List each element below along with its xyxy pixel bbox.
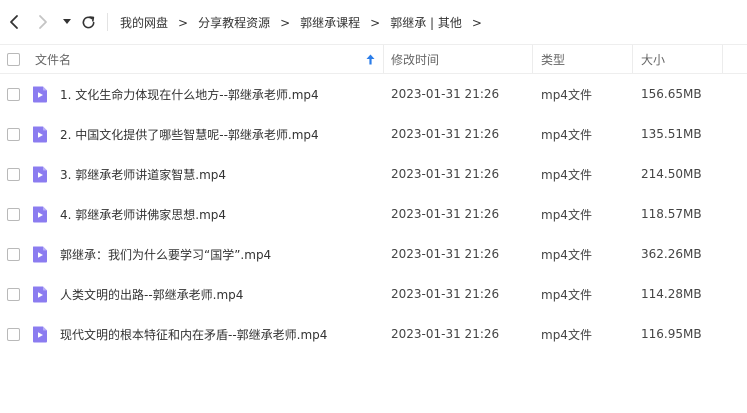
chevron-right-icon — [39, 15, 47, 29]
file-size: 156.65MB — [641, 87, 702, 101]
file-type: mp4文件 — [541, 247, 592, 262]
row-checkbox[interactable] — [7, 288, 20, 301]
file-row[interactable]: 3. 郭继承老师讲道家智慧.mp4 2023-01-31 21:26 mp4文件… — [0, 154, 747, 194]
breadcrumb: 我的网盘 > 分享教程资源 > 郭继承课程 > 郭继承 | 其他 > — [120, 14, 492, 31]
column-header-type[interactable]: 类型 — [541, 45, 565, 73]
file-size: 116.95MB — [641, 327, 702, 341]
file-name[interactable]: 3. 郭继承老师讲道家智慧.mp4 — [60, 154, 226, 194]
breadcrumb-item-root[interactable]: 我的网盘 — [120, 14, 168, 31]
file-size: 114.28MB — [641, 287, 702, 301]
file-name[interactable]: 1. 文化生命力体现在什么地方--郭继承老师.mp4 — [60, 74, 319, 114]
file-row[interactable]: 现代文明的根本特征和内在矛盾--郭继承老师.mp4 2023-01-31 21:… — [0, 314, 747, 354]
refresh-button[interactable] — [79, 12, 97, 32]
back-button[interactable] — [5, 12, 23, 32]
column-header-time[interactable]: 修改时间 — [391, 45, 439, 73]
video-file-icon — [33, 166, 47, 183]
file-modified-time: 2023-01-31 21:26 — [391, 287, 500, 301]
breadcrumb-separator: > — [370, 15, 381, 30]
history-dropdown-button[interactable] — [60, 12, 74, 32]
file-type: mp4文件 — [541, 127, 592, 142]
video-file-icon — [33, 246, 47, 263]
video-file-icon — [33, 286, 47, 303]
video-file-icon — [33, 86, 47, 103]
file-type: mp4文件 — [541, 167, 592, 182]
file-row[interactable]: 1. 文化生命力体现在什么地方--郭继承老师.mp4 2023-01-31 21… — [0, 74, 747, 114]
file-name[interactable]: 人类文明的出路--郭继承老师.mp4 — [60, 274, 243, 314]
video-file-icon — [33, 126, 47, 143]
file-modified-time: 2023-01-31 21:26 — [391, 327, 500, 341]
file-size: 214.50MB — [641, 167, 702, 181]
select-all-checkbox[interactable] — [7, 52, 20, 66]
breadcrumb-item-course[interactable]: 郭继承课程 — [300, 14, 360, 31]
column-header-size[interactable]: 大小 — [641, 45, 665, 73]
column-header-name[interactable]: 文件名 — [35, 45, 71, 73]
file-row[interactable]: 4. 郭继承老师讲佛家思想.mp4 2023-01-31 21:26 mp4文件… — [0, 194, 747, 234]
refresh-icon — [82, 15, 94, 28]
file-modified-time: 2023-01-31 21:26 — [391, 167, 500, 181]
column-divider[interactable] — [532, 45, 533, 73]
select-all-cell — [7, 45, 20, 73]
file-modified-time: 2023-01-31 21:26 — [391, 207, 500, 221]
file-type: mp4文件 — [541, 327, 592, 342]
breadcrumb-separator: > — [178, 15, 189, 30]
toolbar-divider — [107, 13, 108, 31]
file-name[interactable]: 2. 中国文化提供了哪些智慧呢--郭继承老师.mp4 — [60, 114, 319, 154]
row-checkbox[interactable] — [7, 168, 20, 181]
breadcrumb-separator: > — [471, 15, 482, 30]
file-list-header: 文件名 修改时间 类型 大小 — [0, 44, 747, 74]
file-row[interactable]: 人类文明的出路--郭继承老师.mp4 2023-01-31 21:26 mp4文… — [0, 274, 747, 314]
file-modified-time: 2023-01-31 21:26 — [391, 247, 500, 261]
file-size: 135.51MB — [641, 127, 702, 141]
row-checkbox[interactable] — [7, 88, 20, 101]
file-size: 362.26MB — [641, 247, 702, 261]
file-type: mp4文件 — [541, 87, 592, 102]
file-modified-time: 2023-01-31 21:26 — [391, 87, 500, 101]
file-row[interactable]: 2. 中国文化提供了哪些智慧呢--郭继承老师.mp4 2023-01-31 21… — [0, 114, 747, 154]
file-size: 118.57MB — [641, 207, 702, 221]
column-divider[interactable] — [632, 45, 633, 73]
row-checkbox[interactable] — [7, 208, 20, 221]
video-file-icon — [33, 326, 47, 343]
forward-button[interactable] — [34, 12, 52, 32]
top-navigation-bar: 我的网盘 > 分享教程资源 > 郭继承课程 > 郭继承 | 其他 > — [0, 0, 747, 44]
sort-up-arrow-icon — [366, 54, 375, 64]
file-row[interactable]: 郭继承：我们为什么要学习“国学”.mp4 2023-01-31 21:26 mp… — [0, 234, 747, 274]
caret-down-icon — [63, 19, 71, 24]
file-type: mp4文件 — [541, 287, 592, 302]
row-checkbox[interactable] — [7, 248, 20, 261]
file-type: mp4文件 — [541, 207, 592, 222]
file-name[interactable]: 郭继承：我们为什么要学习“国学”.mp4 — [60, 234, 271, 274]
row-checkbox[interactable] — [7, 328, 20, 341]
breadcrumb-item-current[interactable]: 郭继承 | 其他 — [390, 14, 462, 31]
breadcrumb-item-share[interactable]: 分享教程资源 — [198, 14, 270, 31]
file-name[interactable]: 现代文明的根本特征和内在矛盾--郭继承老师.mp4 — [60, 314, 327, 354]
chevron-left-icon — [10, 15, 18, 29]
sort-ascending-icon-cell[interactable] — [366, 45, 375, 73]
file-name[interactable]: 4. 郭继承老师讲佛家思想.mp4 — [60, 194, 226, 234]
row-checkbox[interactable] — [7, 128, 20, 141]
video-file-icon — [33, 206, 47, 223]
column-divider[interactable] — [722, 45, 723, 73]
file-modified-time: 2023-01-31 21:26 — [391, 127, 500, 141]
column-divider[interactable] — [383, 45, 384, 73]
breadcrumb-separator: > — [280, 15, 291, 30]
